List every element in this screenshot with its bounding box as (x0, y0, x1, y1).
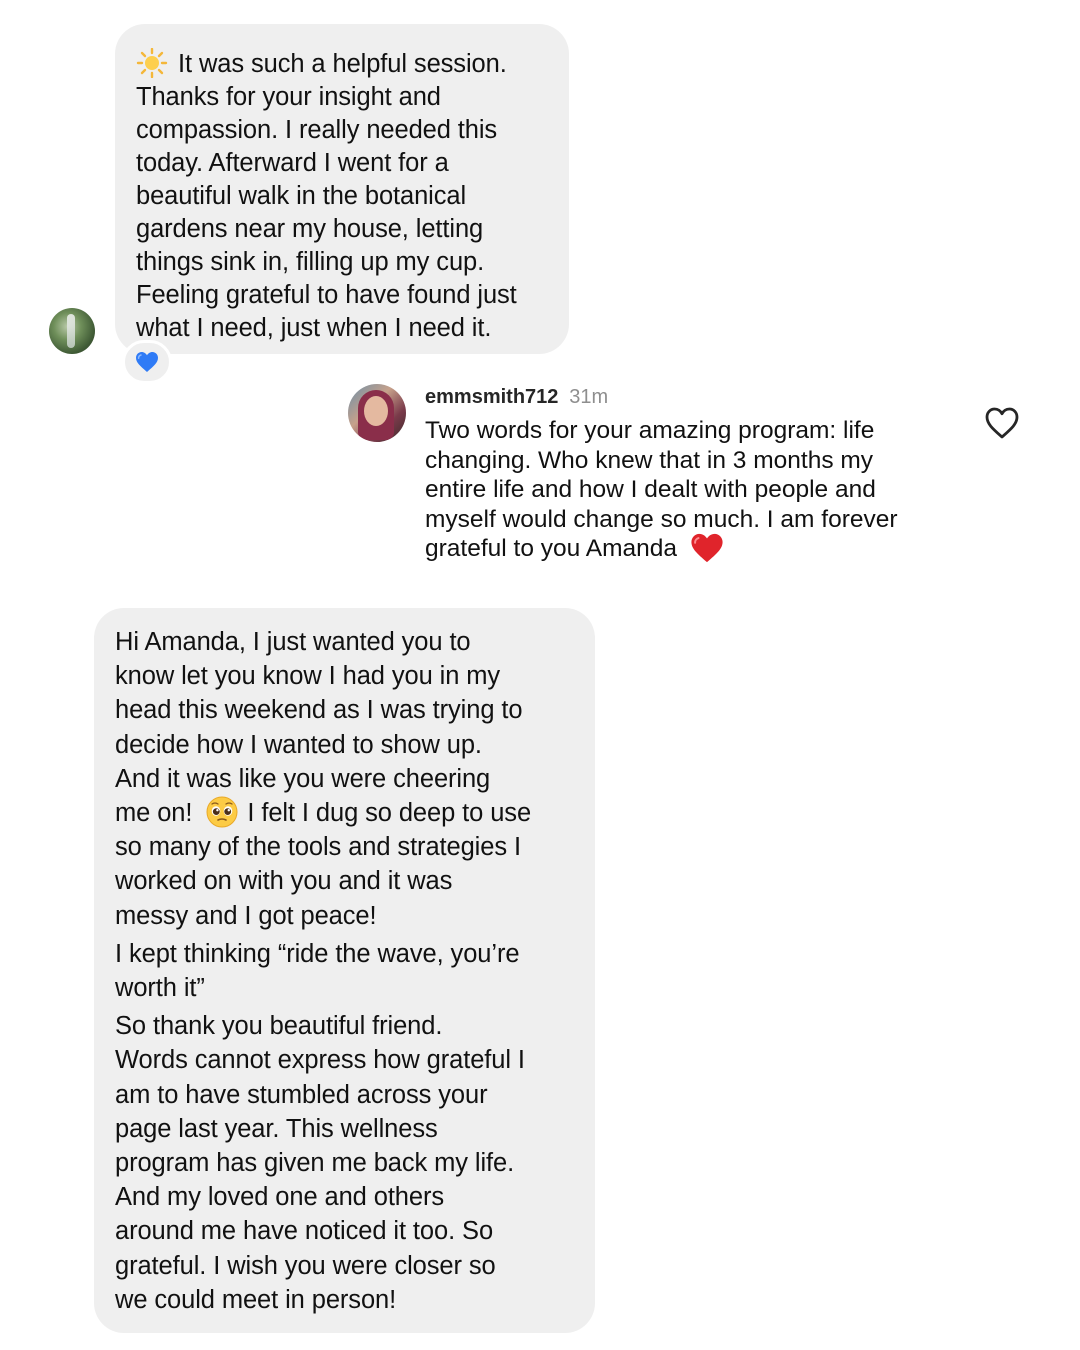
comment-timestamp: 31m (569, 386, 609, 408)
message-line: head this weekend as I was trying to (115, 696, 523, 725)
message-line: Words cannot express how grateful I (115, 1046, 525, 1075)
message-line: decide how I wanted to show up. (115, 730, 482, 759)
message-line: messy and I got peace! (115, 901, 377, 930)
comment-line: myself would change so much. I am foreve… (425, 505, 898, 533)
message-bubble-1[interactable]: It was such a helpful session. Thanks fo… (115, 24, 569, 354)
message-line: we could meet in person! (115, 1285, 397, 1314)
comment-line: grateful to you Amanda (425, 533, 965, 564)
message-line: I kept thinking “ride the wave, you’re (115, 939, 520, 968)
comment-username[interactable]: emmsmith712 (425, 386, 558, 408)
sun-emoji (136, 48, 168, 79)
message-line: And it was like you were cheering (115, 764, 491, 793)
message-line: worked on with you and it was (115, 867, 453, 896)
message-line: know let you know I had you in my (115, 662, 501, 691)
commenter-avatar[interactable] (348, 384, 406, 442)
message-line: what I need, just when I need it. (136, 314, 492, 342)
message-line: me on! I felt I dug so deep to use (115, 796, 595, 830)
message-line: so many of the tools and strategies I (115, 833, 521, 862)
message-line: grateful. I wish you were closer so (115, 1251, 496, 1280)
message-line: things sink in, filling up my cup. (136, 248, 485, 276)
red-heart-emoji (691, 533, 723, 563)
message-line: gardens near my house, letting (136, 215, 484, 243)
message-line: It was such a helpful session. (136, 48, 569, 81)
message-line: And my loved one and others (115, 1183, 445, 1212)
message-line: Hi Amanda, I just wanted you to (115, 628, 471, 656)
message-line: program has given me back my life. (115, 1149, 515, 1178)
message-line: around me have noticed it too. So (115, 1217, 494, 1246)
message-line: beautiful walk in the botanical (136, 182, 467, 210)
comment-line: changing. Who knew that in 3 months my (425, 446, 874, 474)
message-bubble-2[interactable]: Hi Amanda, I just wanted you to know let… (94, 608, 595, 1333)
sender-avatar[interactable] (49, 308, 95, 354)
message-reaction[interactable] (122, 340, 172, 384)
comment-text: Two words for your amazing program: life… (425, 416, 965, 564)
message-line: today. Afterward I went for a (136, 149, 449, 177)
comment-line: Two words for your amazing program: life (425, 417, 875, 444)
message-line: So thank you beautiful friend. (115, 1012, 443, 1041)
comment-line: entire life and how I dealt with people … (425, 476, 876, 504)
blue-heart-emoji (136, 352, 158, 372)
message-line: am to have stumbled across your (115, 1080, 488, 1109)
message-line: worth it” (115, 974, 205, 1003)
message-line: Thanks for your insight and (136, 83, 441, 111)
comment: emmsmith712 31m Two words for your amazi… (425, 382, 965, 564)
message-line: compassion. I really needed this (136, 116, 498, 144)
like-heart-icon[interactable] (984, 406, 1020, 440)
message-line: page last year. This wellness (115, 1114, 438, 1143)
message-line: Feeling grateful to have found just (136, 281, 517, 309)
pleading-face-emoji (206, 796, 238, 828)
